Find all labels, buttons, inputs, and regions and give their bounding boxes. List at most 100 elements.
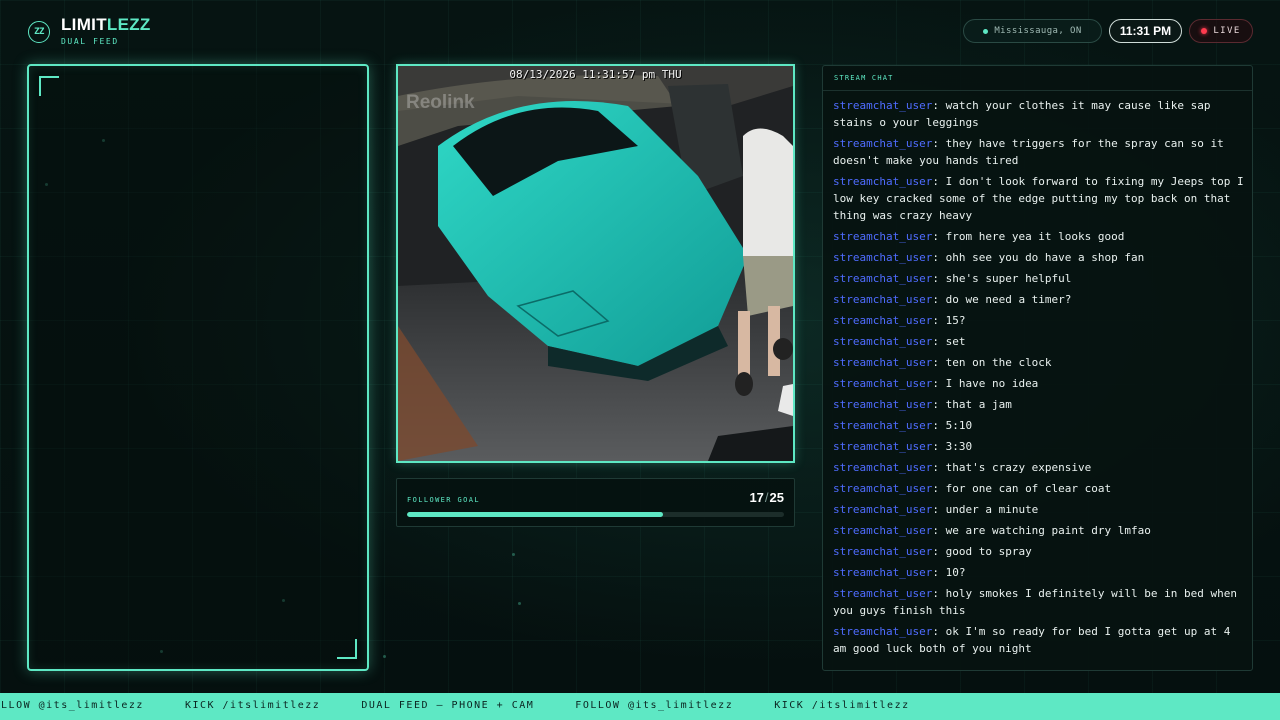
chat-message: streamchat_user: from here yea it looks …	[833, 228, 1244, 245]
chat-username[interactable]: streamchat_user	[833, 175, 932, 188]
chat-username[interactable]: streamchat_user	[833, 587, 932, 600]
chat-separator: :	[932, 335, 946, 348]
chat-message-list[interactable]: streamchat_user: watch your clothes it m…	[833, 97, 1244, 661]
chat-message: streamchat_user: I have no idea	[833, 375, 1244, 392]
chat-username[interactable]: streamchat_user	[833, 440, 932, 453]
chat-username[interactable]: streamchat_user	[833, 251, 932, 264]
live-badge: LIVE	[1189, 19, 1253, 43]
camera-watermark: Reolink	[406, 92, 475, 113]
chat-message: streamchat_user: ok I'm so ready for bed…	[833, 623, 1244, 657]
logo-badge: ZZ	[28, 21, 50, 43]
follower-goal-progress-fill	[407, 512, 664, 517]
chat-divider	[823, 90, 1252, 91]
ticker-item: KICK /itslimitlezz	[184, 700, 321, 711]
chat-username[interactable]: streamchat_user	[833, 503, 932, 516]
camera-scene-image	[398, 66, 793, 461]
live-dot-icon	[1201, 28, 1208, 34]
chat-separator: :	[932, 503, 946, 516]
chat-message: streamchat_user: good to spray	[833, 543, 1244, 560]
chat-username[interactable]: streamchat_user	[833, 230, 932, 243]
chat-message: streamchat_user: holy smokes I definitel…	[833, 585, 1244, 619]
ticker-item: DUAL FEED — PHONE + CAM	[361, 700, 535, 711]
follower-goal-count: 17/25	[749, 490, 784, 505]
chat-username[interactable]: streamchat_user	[833, 524, 932, 537]
chat-username[interactable]: streamchat_user	[833, 137, 932, 150]
chat-username[interactable]: streamchat_user	[833, 419, 932, 432]
chat-username[interactable]: streamchat_user	[833, 625, 932, 638]
corner-bracket-icon	[337, 639, 357, 659]
chat-message: streamchat_user: set	[833, 333, 1244, 350]
chat-username[interactable]: streamchat_user	[833, 398, 932, 411]
chat-username[interactable]: streamchat_user	[833, 377, 932, 390]
chat-separator: :	[932, 99, 946, 112]
chat-username[interactable]: streamchat_user	[833, 99, 932, 112]
chat-message-text: ohh see you do have a shop fan	[945, 251, 1145, 264]
chat-username[interactable]: streamchat_user	[833, 272, 932, 285]
chat-separator: :	[932, 137, 946, 150]
chat-message: streamchat_user: ten on the clock	[833, 354, 1244, 371]
stream-overlay: ZZ LIMITLEZZ DUAL FEED Mississauga, ON 1…	[0, 0, 1280, 720]
chat-username[interactable]: streamchat_user	[833, 566, 932, 579]
chat-message-text: for one can of clear coat	[945, 482, 1112, 495]
follower-goal-current: 17	[749, 490, 764, 505]
follower-goal-separator: /	[764, 490, 769, 505]
clock-pill: 11:31 PM	[1109, 19, 1182, 43]
chat-separator: :	[932, 545, 946, 558]
chat-message: streamchat_user: ohh see you do have a s…	[833, 249, 1244, 266]
particle	[512, 553, 515, 556]
chat-separator: :	[932, 398, 946, 411]
ticker-item: FOLLOW @its_limitlezz	[0, 700, 144, 711]
brand-name-part2: LEZZ	[106, 15, 151, 34]
chat-title: STREAM CHAT	[834, 74, 894, 82]
chat-message: streamchat_user: under a minute	[833, 501, 1244, 518]
chat-message: streamchat_user: do we need a timer?	[833, 291, 1244, 308]
chat-message-text: that a jam	[945, 398, 1012, 411]
chat-separator: :	[932, 175, 946, 188]
brand-subtitle: DUAL FEED	[61, 37, 119, 46]
chat-message-text: we are watching paint dry lmfao	[945, 524, 1151, 537]
chat-separator: :	[932, 440, 946, 453]
chat-separator: :	[932, 272, 946, 285]
ticker-item: FOLLOW @its_limitlezz	[575, 700, 734, 711]
follower-goal-target: 25	[769, 490, 784, 505]
chat-message: streamchat_user: 3:30	[833, 438, 1244, 455]
chat-separator: :	[932, 524, 946, 537]
chat-separator: :	[932, 314, 946, 327]
particle	[383, 655, 386, 658]
chat-message-text: set	[945, 335, 966, 348]
chat-message-text: 5:10	[945, 419, 973, 432]
chat-separator: :	[932, 230, 946, 243]
chat-message: streamchat_user: that's crazy expensive	[833, 459, 1244, 476]
chat-message: streamchat_user: watch your clothes it m…	[833, 97, 1244, 131]
chat-separator: :	[932, 377, 946, 390]
chat-message-text: good to spray	[945, 545, 1032, 558]
chat-message: streamchat_user: for one can of clear co…	[833, 480, 1244, 497]
chat-username[interactable]: streamchat_user	[833, 482, 932, 495]
chat-message-text: she's super helpful	[945, 272, 1072, 285]
chat-separator: :	[932, 461, 946, 474]
chat-message-text: from here yea it looks good	[945, 230, 1125, 243]
brand-title: LIMITLEZZ	[61, 15, 151, 35]
chat-separator: :	[932, 625, 946, 638]
chat-username[interactable]: streamchat_user	[833, 335, 932, 348]
chat-separator: :	[932, 482, 946, 495]
ticker-item: KICK /itslimitlezz	[774, 700, 910, 711]
chat-message: streamchat_user: that a jam	[833, 396, 1244, 413]
chat-separator: :	[932, 356, 946, 369]
chat-username[interactable]: streamchat_user	[833, 461, 932, 474]
follower-goal-label: FOLLOWER GOAL	[407, 496, 480, 504]
location-text: Mississauga, ON	[994, 26, 1082, 36]
chat-username[interactable]: streamchat_user	[833, 293, 932, 306]
chat-message: streamchat_user: 15?	[833, 312, 1244, 329]
chat-username[interactable]: streamchat_user	[833, 545, 932, 558]
chat-message: streamchat_user: we are watching paint d…	[833, 522, 1244, 539]
chat-separator: :	[932, 293, 946, 306]
camera-timestamp: 08/13/2026 11:31:57 pm THU	[509, 68, 682, 81]
chat-username[interactable]: streamchat_user	[833, 356, 932, 369]
brand-name-part1: LIMIT	[61, 15, 107, 34]
phone-feed-frame	[27, 64, 369, 671]
stream-chat-panel: STREAM CHAT streamchat_user: watch your …	[822, 65, 1253, 671]
follower-goal-widget: FOLLOWER GOAL 17/25	[396, 478, 795, 527]
chat-message-text: ten on the clock	[945, 356, 1052, 369]
chat-username[interactable]: streamchat_user	[833, 314, 932, 327]
